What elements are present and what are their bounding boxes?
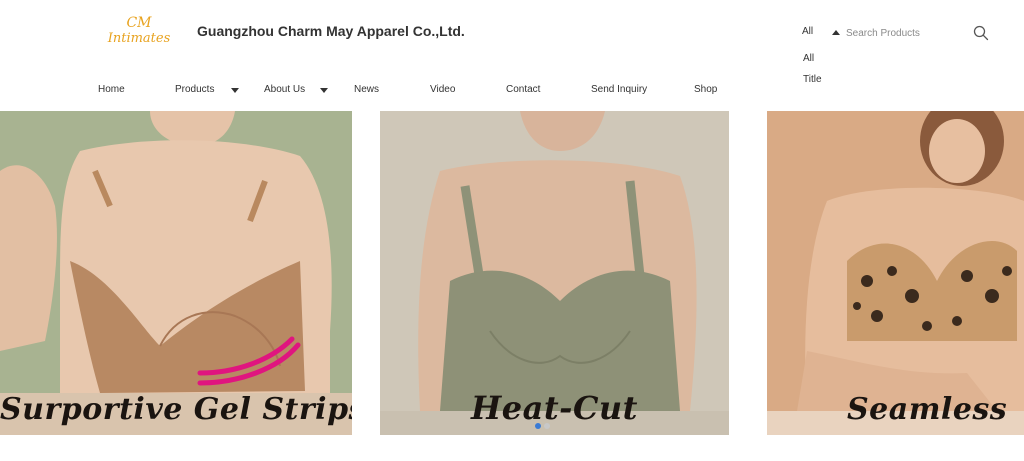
banner-slide-gel-strips[interactable]: Surportive Gel Strips xyxy=(0,111,352,435)
banner-image xyxy=(380,111,729,435)
search-input[interactable] xyxy=(846,24,966,42)
carousel-dot-active[interactable] xyxy=(535,423,541,429)
caret-up-icon[interactable] xyxy=(832,30,840,35)
scope-option-all[interactable]: All xyxy=(803,53,822,74)
nav-contact[interactable]: Contact xyxy=(506,84,540,95)
logo-line-1: CM xyxy=(126,15,152,31)
company-name: Guangzhou Charm May Apparel Co.,Ltd. xyxy=(197,23,465,39)
search-bar: All xyxy=(798,24,998,44)
banner-image xyxy=(767,111,1024,435)
nav-video[interactable]: Video xyxy=(430,84,455,95)
banner-slide-heat-cut[interactable]: Heat-Cut xyxy=(380,111,729,435)
chevron-down-icon[interactable] xyxy=(231,88,239,93)
banner-slide-seamless[interactable]: Seamless xyxy=(767,111,1024,435)
banner-image xyxy=(0,111,352,435)
slide-caption: Surportive Gel Strips xyxy=(0,392,352,427)
brand-logo[interactable]: CM Intimates xyxy=(106,15,172,47)
chevron-down-icon[interactable] xyxy=(320,88,328,93)
carousel-dot[interactable] xyxy=(544,423,550,429)
nav-send-inquiry[interactable]: Send Inquiry xyxy=(591,84,647,95)
slide-caption: Heat-Cut xyxy=(471,389,638,427)
nav-about-us[interactable]: About Us xyxy=(264,84,305,95)
nav-products[interactable]: Products xyxy=(175,84,214,95)
slide-caption: Seamless xyxy=(847,392,1008,427)
main-nav: Home Products About Us News Video Contac… xyxy=(0,84,1024,100)
nav-home[interactable]: Home xyxy=(98,84,125,95)
search-icon[interactable] xyxy=(973,25,989,41)
nav-shop[interactable]: Shop xyxy=(694,84,717,95)
nav-news[interactable]: News xyxy=(354,84,379,95)
logo-line-2: Intimates xyxy=(107,31,171,46)
search-scope-select[interactable]: All xyxy=(802,26,813,37)
